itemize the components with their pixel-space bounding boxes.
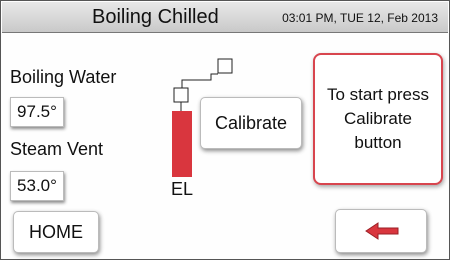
el-label: EL (171, 179, 194, 199)
left-arrow-icon (365, 222, 399, 240)
datetime-display: 03:01 PM, TUE 12, Feb 2013 (282, 11, 438, 25)
level-bar (172, 111, 192, 177)
calibrate-button[interactable]: Calibrate (200, 97, 302, 149)
steam-vent-value: 53.0° (10, 171, 64, 201)
instruction-panel: To start press Calibrate button (313, 53, 443, 185)
header-bar: Boiling Chilled 03:01 PM, TUE 12, Feb 20… (2, 2, 448, 33)
instruction-text: To start press Calibrate button (326, 85, 430, 152)
home-button[interactable]: HOME (13, 211, 99, 253)
connector-line (181, 73, 218, 88)
boiling-water-label: Boiling Water (10, 67, 117, 87)
device-screen: Boiling Chilled 03:01 PM, TUE 12, Feb 20… (0, 0, 450, 260)
back-button[interactable] (335, 209, 427, 253)
upper-sensor-box (217, 58, 233, 74)
steam-vent-label: Steam Vent (10, 139, 104, 159)
page-title: Boiling Chilled (92, 6, 219, 28)
lower-sensor-box (173, 87, 189, 103)
boiling-water-value: 97.5° (10, 97, 64, 127)
